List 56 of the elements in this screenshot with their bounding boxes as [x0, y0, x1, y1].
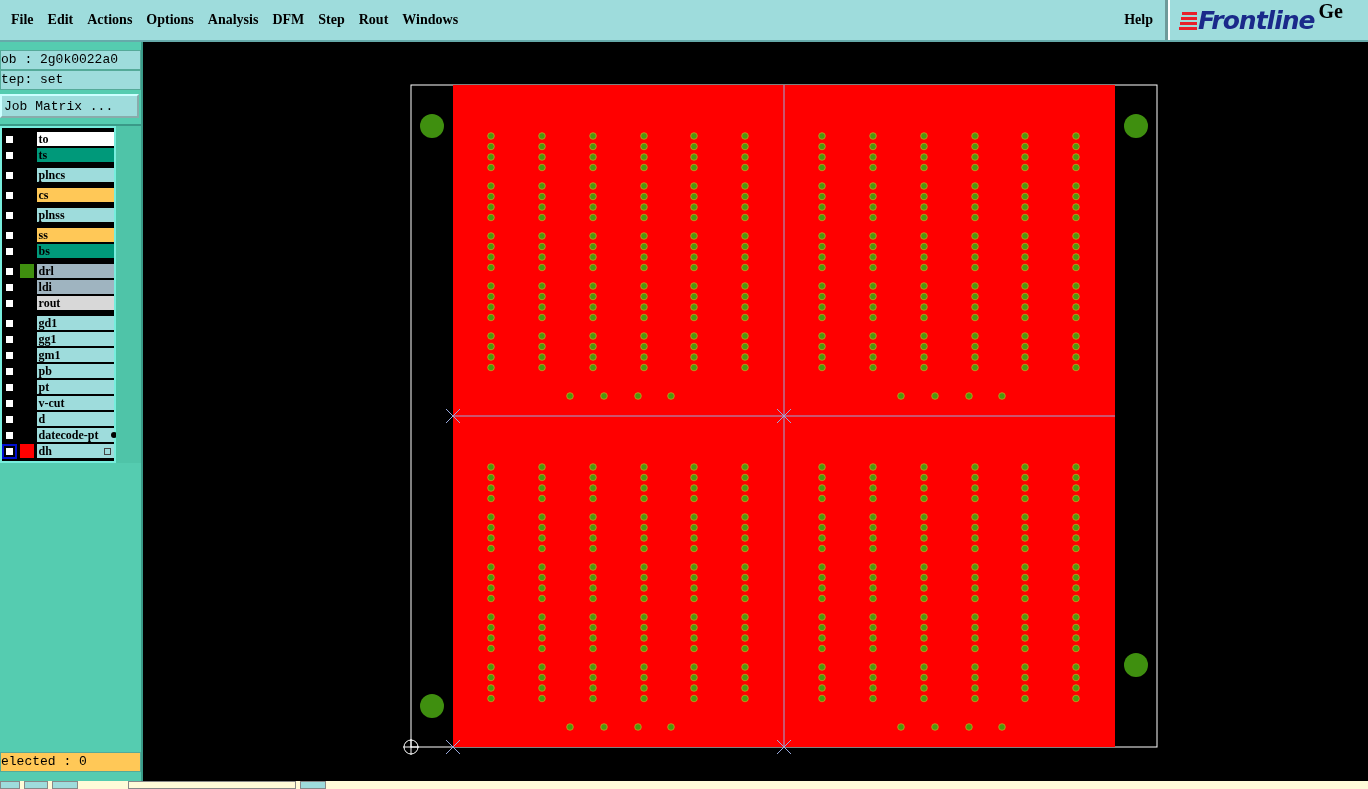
layer-name[interactable]: gd1	[36, 316, 114, 330]
layer-name[interactable]: dh	[36, 444, 114, 458]
layer-checkbox[interactable]	[4, 365, 15, 377]
layer-checkbox[interactable]	[4, 133, 15, 145]
menu-item[interactable]: Rout	[351, 12, 396, 28]
layer-name[interactable]: d	[36, 412, 114, 426]
menu-item[interactable]: DFM	[265, 12, 312, 28]
layer-name[interactable]: plncs	[36, 168, 114, 182]
layer-checkbox[interactable]	[4, 381, 15, 393]
layer-checkbox[interactable]	[4, 229, 15, 241]
layer-name[interactable]: bs	[36, 244, 114, 258]
stripes-icon	[1178, 10, 1198, 32]
logo-text: Frontline	[1198, 6, 1315, 35]
layer-checkbox[interactable]	[4, 265, 15, 277]
layer-checkbox[interactable]	[4, 349, 15, 361]
layer-checkbox[interactable]	[4, 149, 15, 161]
layer-name[interactable]: ts	[36, 148, 114, 162]
menu-item[interactable]: Actions	[80, 12, 140, 28]
input-field[interactable]	[128, 781, 296, 789]
layer-name[interactable]: gm1	[36, 348, 114, 362]
layer-name[interactable]: pt	[36, 380, 114, 394]
expand-icon[interactable]	[104, 447, 111, 455]
menu-item[interactable]: Edit	[40, 12, 81, 28]
layer-name[interactable]: plnss	[36, 208, 114, 222]
menu-item[interactable]: Windows	[395, 12, 466, 28]
layer-name[interactable]: pb	[36, 364, 114, 378]
layer-name[interactable]: ldi	[36, 280, 114, 294]
layer-checkbox[interactable]	[4, 281, 15, 293]
layer-checkbox[interactable]	[4, 209, 15, 221]
selected-count: elected : 0	[0, 752, 141, 772]
layer-name[interactable]: datecode-pt	[36, 428, 114, 442]
layer-checkbox[interactable]	[4, 297, 15, 309]
layer-checkbox[interactable]	[4, 413, 15, 425]
layer-checkbox[interactable]	[4, 169, 15, 181]
menu-item[interactable]: Options	[139, 12, 201, 28]
layer-checkbox[interactable]	[4, 333, 15, 345]
job-matrix-button[interactable]: Job Matrix ...	[0, 94, 139, 118]
layer-checkbox[interactable]	[4, 245, 15, 257]
layer-checkbox[interactable]	[4, 317, 15, 329]
layer-name[interactable]: to	[36, 132, 114, 146]
layer-checkbox[interactable]	[4, 397, 15, 409]
layer-name[interactable]: drl	[36, 264, 114, 278]
step-label: tep: set	[0, 70, 141, 90]
title-text: Ge	[1318, 0, 1343, 23]
layer-name[interactable]: rout	[36, 296, 114, 310]
layer-name[interactable]: v-cut	[36, 396, 114, 410]
scrollbar-track[interactable]	[116, 126, 141, 463]
layer-checkbox[interactable]	[4, 189, 15, 201]
menu-item[interactable]: Analysis	[200, 12, 266, 28]
layer-name[interactable]: ss	[36, 228, 114, 242]
menu-item[interactable]: Step	[311, 12, 352, 28]
job-label: ob : 2g0k0022a0	[0, 50, 141, 70]
layer-name[interactable]: gg1	[36, 332, 114, 346]
layer-name[interactable]: cs	[36, 188, 114, 202]
menu-item[interactable]: File	[4, 12, 41, 28]
layer-checkbox[interactable]	[4, 429, 15, 441]
